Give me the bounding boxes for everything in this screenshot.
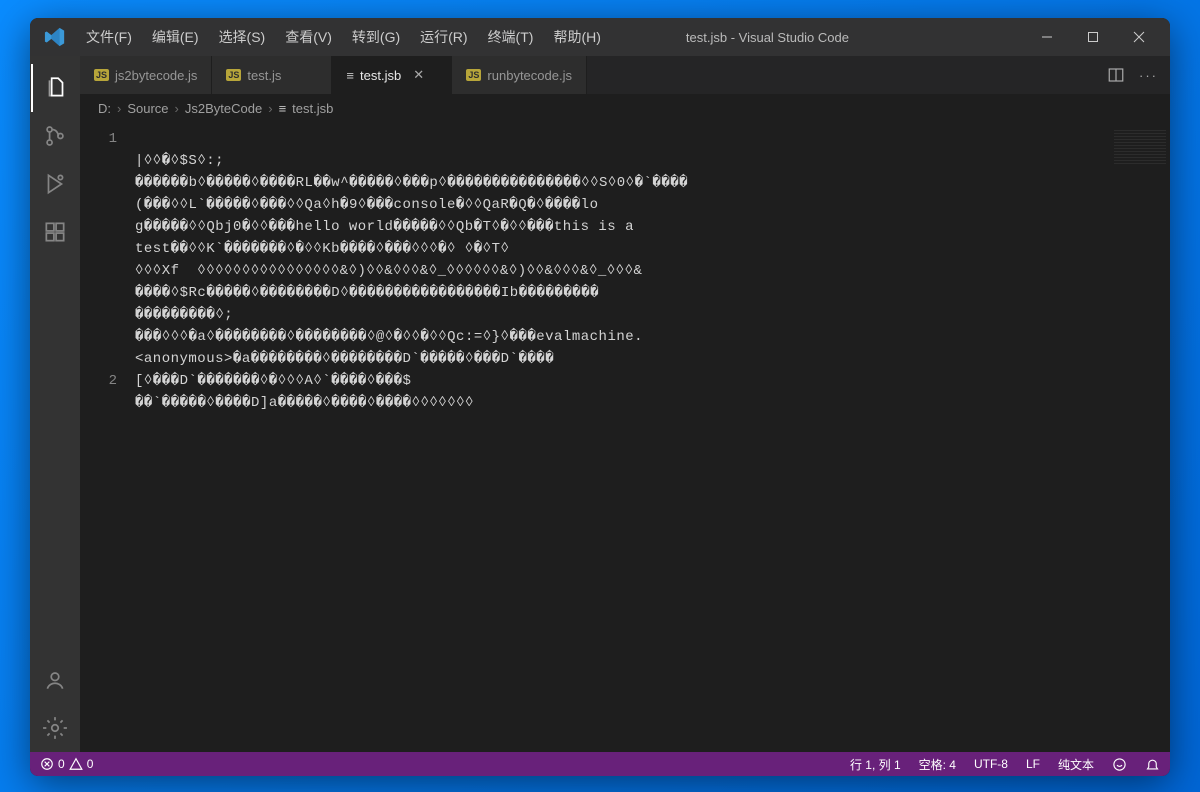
code-line: <anonymous>�a��������◊��������D`�����◊��… (135, 348, 1100, 370)
feedback-icon[interactable] (1112, 757, 1127, 772)
vscode-window: 文件(F) 编辑(E) 选择(S) 查看(V) 转到(G) 运行(R) 终端(T… (30, 18, 1170, 776)
js-file-icon: JS (226, 69, 241, 81)
tab-label: test.js (247, 68, 281, 83)
crumb-folder[interactable]: Js2ByteCode (185, 101, 262, 116)
menu-view[interactable]: 查看(V) (275, 23, 342, 51)
status-bar: 0 0 行 1, 列 1 空格: 4 UTF-8 LF 纯文本 (30, 752, 1170, 776)
code-line: ������b◊�����◊����RL��w^�����◊���p◊�����… (135, 172, 1100, 194)
bell-icon[interactable] (1145, 757, 1160, 772)
activity-bar (30, 56, 80, 752)
menu-help[interactable]: 帮助(H) (543, 23, 610, 51)
gutter: 1 2 (80, 122, 135, 752)
crumb-source[interactable]: Source (127, 101, 168, 116)
breadcrumb[interactable]: D: › Source › Js2ByteCode › ≡ test.jsb (80, 94, 1170, 122)
code-line: g�����◊◊Qbj0�◊◊���hello world�����◊◊Qb�T… (135, 216, 1100, 238)
tab-label: js2bytecode.js (115, 68, 197, 83)
code-content[interactable]: |◊◊�◊$S◊:;������b◊�����◊����RL��w^�����◊… (135, 122, 1110, 752)
tab-label: runbytecode.js (487, 68, 572, 83)
code-line: ���◊◊◊�a◊��������◊��������◊@◊�◊◊�◊◊Qc:=◊… (135, 326, 1100, 348)
code-line: ����◊$Rc�����◊��������D◊����������������… (135, 282, 1100, 304)
errors-warnings[interactable]: 0 0 (40, 757, 93, 771)
code-line: [◊���D`�������◊�◊◊◊A◊`����◊���$ (135, 370, 1100, 392)
menu-select[interactable]: 选择(S) (209, 23, 276, 51)
tab-runbytecode[interactable]: JS runbytecode.js (452, 56, 587, 94)
status-ln-col[interactable]: 行 1, 列 1 (850, 756, 901, 773)
status-lang[interactable]: 纯文本 (1058, 756, 1094, 773)
window-controls (1024, 18, 1162, 56)
tab-label: test.jsb (360, 68, 401, 83)
chevron-right-icon: › (268, 101, 272, 116)
crumb-drive[interactable]: D: (98, 101, 111, 116)
source-control-icon[interactable] (31, 112, 79, 160)
tab-testjs[interactable]: JS test.js (212, 56, 332, 94)
more-actions-icon[interactable]: ··· (1139, 68, 1158, 83)
window-title: test.jsb - Visual Studio Code (611, 30, 1024, 45)
code-line: test��◊◊K`�������◊�◊◊Kb����◊���◊◊◊�◊ ◊�◊… (135, 238, 1100, 260)
tab-js2bytecode[interactable]: JS js2bytecode.js (80, 56, 212, 94)
tab-testjsb[interactable]: ≡ test.jsb ✕ (332, 56, 452, 94)
code-line: (���◊◊L`�����◊���◊◊Qa◊h�9◊���console�◊◊Q… (135, 194, 1100, 216)
menu-go[interactable]: 转到(G) (342, 23, 410, 51)
status-spaces[interactable]: 空格: 4 (919, 756, 956, 773)
status-encoding[interactable]: UTF-8 (974, 757, 1008, 771)
split-editor-icon[interactable] (1107, 66, 1125, 84)
editor-group: JS js2bytecode.js JS test.js ≡ test.jsb … (80, 56, 1170, 752)
menu-run[interactable]: 运行(R) (410, 23, 477, 51)
titlebar: 文件(F) 编辑(E) 选择(S) 查看(V) 转到(G) 运行(R) 终端(T… (30, 18, 1170, 56)
menu-edit[interactable]: 编辑(E) (142, 23, 209, 51)
chevron-right-icon: › (175, 101, 179, 116)
tabs-row: JS js2bytecode.js JS test.js ≡ test.jsb … (80, 56, 1170, 94)
minimap[interactable] (1110, 122, 1170, 752)
js-file-icon: JS (466, 69, 481, 81)
vscode-logo-icon (44, 26, 66, 48)
chevron-right-icon: › (117, 101, 121, 116)
code-line: ��`�����◊����D]a�����◊����◊����◊◊◊◊◊◊◊ (135, 392, 1100, 414)
crumb-file[interactable]: test.jsb (292, 101, 333, 116)
minimize-button[interactable] (1024, 18, 1070, 56)
code-line: ���������◊; (135, 304, 1100, 326)
line-number: 2 (80, 370, 117, 392)
accounts-icon[interactable] (31, 656, 79, 704)
error-count: 0 (58, 757, 65, 771)
code-line: ◊◊◊Xf ◊◊◊◊◊◊◊◊◊◊◊◊◊◊◊◊&◊)◊◊&◊◊◊&◊_◊◊◊◊◊◊… (135, 260, 1100, 282)
menu-bar: 文件(F) 编辑(E) 选择(S) 查看(V) 转到(G) 运行(R) 终端(T… (76, 23, 611, 51)
editor[interactable]: 1 2 |◊◊�◊$S◊:;������b◊�����◊����RL��w^��… (80, 122, 1170, 752)
close-button[interactable] (1116, 18, 1162, 56)
binary-file-icon: ≡ (279, 101, 287, 116)
binary-file-icon: ≡ (346, 68, 354, 83)
status-eol[interactable]: LF (1026, 757, 1040, 771)
code-line: |◊◊�◊$S◊:; (135, 150, 1100, 172)
explorer-icon[interactable] (31, 64, 79, 112)
js-file-icon: JS (94, 69, 109, 81)
menu-file[interactable]: 文件(F) (76, 23, 142, 51)
maximize-button[interactable] (1070, 18, 1116, 56)
warning-count: 0 (87, 757, 94, 771)
menu-terminal[interactable]: 终端(T) (478, 23, 544, 51)
extensions-icon[interactable] (31, 208, 79, 256)
run-debug-icon[interactable] (31, 160, 79, 208)
line-number: 1 (80, 128, 117, 150)
close-icon[interactable]: ✕ (413, 67, 429, 83)
settings-gear-icon[interactable] (31, 704, 79, 752)
